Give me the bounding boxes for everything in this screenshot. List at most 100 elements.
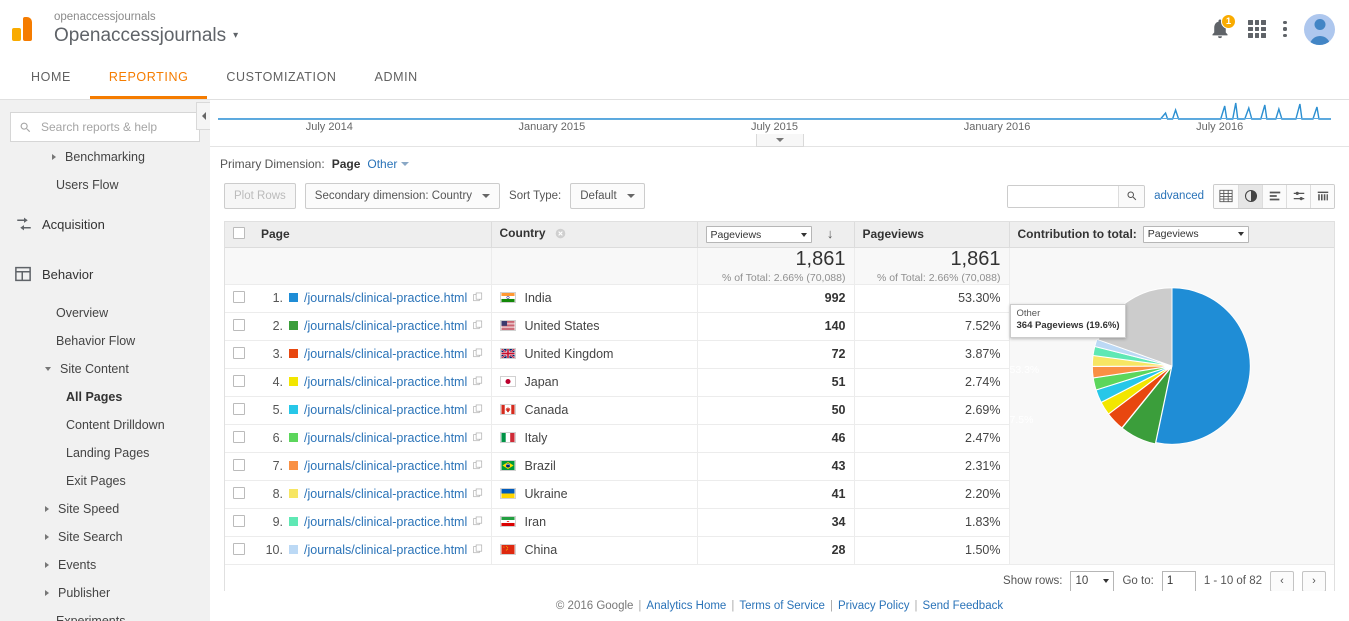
page-link[interactable]: /journals/clinical-practice.html (304, 543, 467, 557)
secondary-dimension-button[interactable]: Secondary dimension: Country (304, 183, 501, 209)
table-view-icon[interactable] (1214, 184, 1238, 208)
row-select-cell (225, 284, 253, 313)
table-search-input[interactable] (1008, 185, 1119, 207)
open-external-icon[interactable] (473, 487, 483, 501)
avatar[interactable] (1304, 13, 1335, 45)
advanced-link[interactable]: advanced (1154, 190, 1204, 202)
nav-tab-customization[interactable]: CUSTOMIZATION (207, 58, 355, 99)
footer-link-analytics-home[interactable]: Analytics Home (646, 600, 726, 612)
sidebar-search[interactable] (10, 112, 200, 142)
open-external-icon[interactable] (473, 459, 483, 473)
chevron-right-icon (45, 562, 49, 568)
sidebar-item-behavior-flow[interactable]: Behavior Flow (0, 327, 210, 355)
footer-link-feedback[interactable]: Send Feedback (923, 600, 1004, 612)
sidebar-item-behavior[interactable]: Behavior (0, 249, 210, 299)
select-all-checkbox[interactable] (233, 226, 245, 239)
open-external-icon[interactable] (473, 347, 483, 361)
search-input[interactable] (39, 119, 191, 135)
go-to-label: Go to: (1122, 575, 1154, 587)
pageviews-cell: 140 (696, 312, 854, 341)
sidebar-item-site-speed[interactable]: Site Speed (0, 495, 210, 523)
page-link[interactable]: /journals/clinical-practice.html (304, 347, 467, 361)
row-checkbox[interactable] (233, 430, 245, 443)
nav-tab-home[interactable]: HOME (12, 58, 90, 99)
sort-type-select[interactable]: Default (570, 183, 645, 209)
table-summary-row: 1,861 % of Total: 2.66% (70,088) 1,861 %… (225, 247, 1334, 565)
sidebar-item-site-search[interactable]: Site Search (0, 523, 210, 551)
sidebar-item-overview[interactable]: Overview (0, 299, 210, 327)
table-search[interactable] (1007, 184, 1146, 208)
sidebar-item-all-pages[interactable]: All Pages (0, 383, 210, 411)
row-checkbox[interactable] (233, 318, 245, 331)
sidebar-item-site-content[interactable]: Site Content (0, 355, 210, 383)
open-external-icon[interactable] (473, 543, 483, 557)
sidebar-collapse-button[interactable] (196, 102, 210, 130)
sidebar-item-events[interactable]: Events (0, 551, 210, 579)
page-link[interactable]: /journals/clinical-practice.html (304, 431, 467, 445)
footer-link-privacy[interactable]: Privacy Policy (838, 600, 910, 612)
sidebar-item-label: Publisher (58, 586, 111, 600)
pageviews-column-header[interactable]: Pageviews (853, 222, 1009, 248)
page-link[interactable]: /journals/clinical-practice.html (304, 319, 467, 333)
open-external-icon[interactable] (473, 431, 483, 445)
more-options-icon[interactable] (1283, 21, 1287, 37)
sidebar-item-experiments[interactable]: Experiments (0, 607, 210, 621)
open-external-icon[interactable] (473, 319, 483, 333)
row-checkbox[interactable] (233, 290, 245, 303)
pie-chart-svg[interactable] (1081, 275, 1263, 457)
open-external-icon[interactable] (473, 403, 483, 417)
table-search-button[interactable] (1118, 185, 1145, 207)
nav-tab-reporting[interactable]: REPORTING (89, 58, 208, 99)
page-link[interactable]: /journals/clinical-practice.html (304, 291, 467, 305)
row-checkbox[interactable] (233, 458, 245, 471)
open-external-icon[interactable] (473, 375, 483, 389)
primary-dimension-current[interactable]: Page (332, 157, 361, 171)
row-checkbox[interactable] (233, 374, 245, 387)
page-column-header[interactable]: Page (253, 222, 491, 248)
account-block[interactable]: openaccessjournals Openaccessjournals ▾ (54, 11, 238, 47)
page-link[interactable]: /journals/clinical-practice.html (304, 375, 467, 389)
performance-view-icon[interactable] (1262, 184, 1286, 208)
page-link[interactable]: /journals/clinical-practice.html (304, 403, 467, 417)
date-range-timeline[interactable]: July 2014 January 2015 July 2015 January… (210, 100, 1349, 147)
row-checkbox[interactable] (233, 514, 245, 527)
page-link[interactable]: /journals/clinical-practice.html (304, 487, 467, 501)
percent-value: 1.83% (965, 515, 1001, 529)
open-external-icon[interactable] (473, 515, 483, 529)
nav-tab-admin[interactable]: ADMIN (356, 58, 437, 99)
page-link[interactable]: /journals/clinical-practice.html (304, 515, 467, 529)
show-rows-select[interactable]: 10 (1070, 570, 1115, 592)
footer-link-terms[interactable]: Terms of Service (739, 600, 825, 612)
next-page-button[interactable]: › (1302, 570, 1326, 592)
sidebar-item-landing-pages[interactable]: Landing Pages (0, 439, 210, 467)
contribution-metric-select[interactable]: Pageviews (1142, 225, 1249, 243)
sort-descending-icon[interactable]: ↓ (827, 226, 834, 241)
row-checkbox[interactable] (233, 402, 245, 415)
series-color-swatch (289, 489, 298, 498)
pivot-view-icon[interactable] (1310, 184, 1334, 208)
sidebar-item-users-flow[interactable]: Users Flow (0, 171, 210, 199)
sidebar-item-exit-pages[interactable]: Exit Pages (0, 467, 210, 495)
previous-page-button[interactable]: ‹ (1270, 570, 1294, 592)
row-checkbox[interactable] (233, 542, 245, 555)
country-column-header[interactable]: Country (490, 222, 697, 248)
metric-select[interactable]: Pageviews (705, 226, 812, 243)
open-external-icon[interactable] (473, 291, 483, 305)
notifications-bell-icon[interactable]: 1 (1209, 14, 1236, 40)
chevron-down-icon[interactable]: ▾ (233, 30, 238, 42)
page-link[interactable]: /journals/clinical-practice.html (304, 459, 467, 473)
property-title[interactable]: Openaccessjournals ▾ (54, 25, 238, 47)
sidebar-item-content-drilldown[interactable]: Content Drilldown (0, 411, 210, 439)
row-checkbox[interactable] (233, 486, 245, 499)
timeline-expand-handle[interactable] (755, 134, 804, 147)
remove-secondary-dimension-icon[interactable] (555, 228, 566, 242)
apps-grid-icon[interactable] (1248, 20, 1266, 38)
row-checkbox[interactable] (233, 346, 245, 359)
comparison-view-icon[interactable] (1286, 184, 1310, 208)
go-to-input[interactable] (1161, 570, 1196, 592)
sidebar-item-publisher[interactable]: Publisher (0, 579, 210, 607)
pie-view-icon[interactable] (1238, 184, 1262, 208)
plot-rows-button[interactable]: Plot Rows (224, 183, 296, 209)
primary-dimension-other[interactable]: Other (367, 157, 410, 171)
sidebar-item-acquisition[interactable]: Acquisition (0, 199, 210, 249)
